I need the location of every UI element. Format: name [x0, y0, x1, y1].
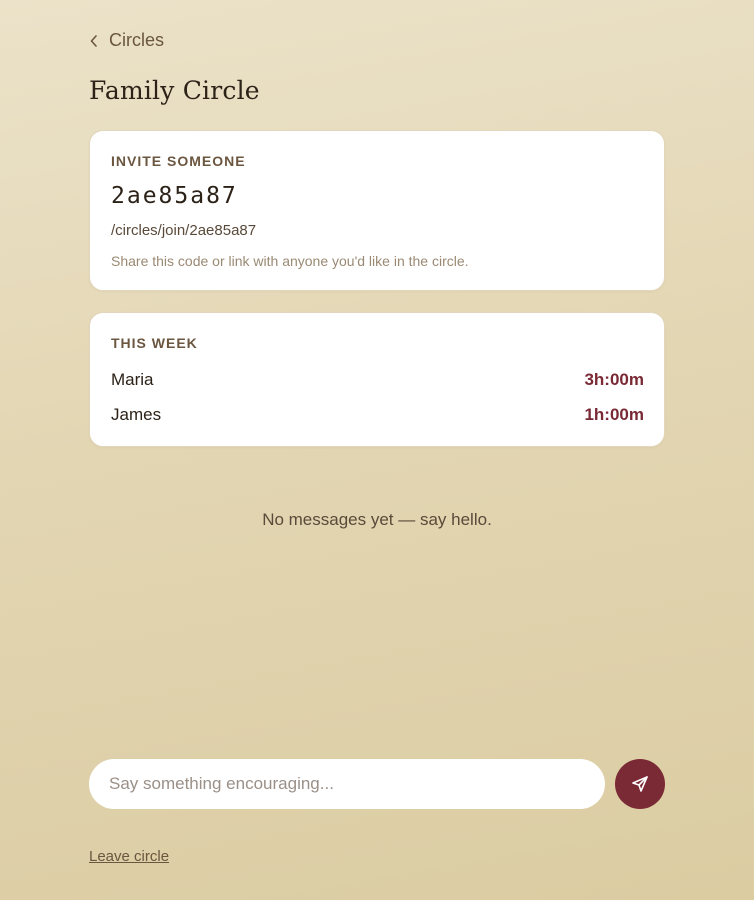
invite-card: INVITE SOMEONE 2ae85a87 /circles/join/2a… [89, 130, 665, 291]
chevron-left-icon [89, 34, 99, 48]
leave-circle-link[interactable]: Leave circle [89, 848, 169, 865]
invite-heading: INVITE SOMEONE [111, 153, 246, 169]
invite-code[interactable]: 2ae85a87 [111, 183, 238, 209]
member-row: Maria 3h:00m [111, 370, 644, 390]
message-input[interactable] [89, 759, 605, 809]
member-time: 1h:00m [584, 405, 644, 424]
invite-link[interactable]: /circles/join/2ae85a87 [111, 222, 256, 239]
member-name: Maria [111, 370, 154, 389]
member-time: 3h:00m [584, 370, 644, 389]
page-title: Family Circle [89, 76, 260, 105]
invite-help-text: Share this code or link with anyone you'… [111, 253, 469, 269]
circle-page: Circles Family Circle INVITE SOMEONE 2ae… [89, 0, 665, 900]
messages-empty-state: No messages yet — say hello. [262, 510, 492, 529]
member-row: James 1h:00m [111, 405, 644, 425]
back-link-label: Circles [109, 30, 165, 50]
send-icon [631, 775, 649, 793]
this-week-card: THIS WEEK Maria 3h:00m James 1h:00m [89, 312, 665, 447]
back-to-circles-link[interactable]: Circles [89, 30, 164, 51]
send-button[interactable] [615, 759, 665, 809]
this-week-heading: THIS WEEK [111, 335, 198, 351]
member-name: James [111, 405, 162, 424]
